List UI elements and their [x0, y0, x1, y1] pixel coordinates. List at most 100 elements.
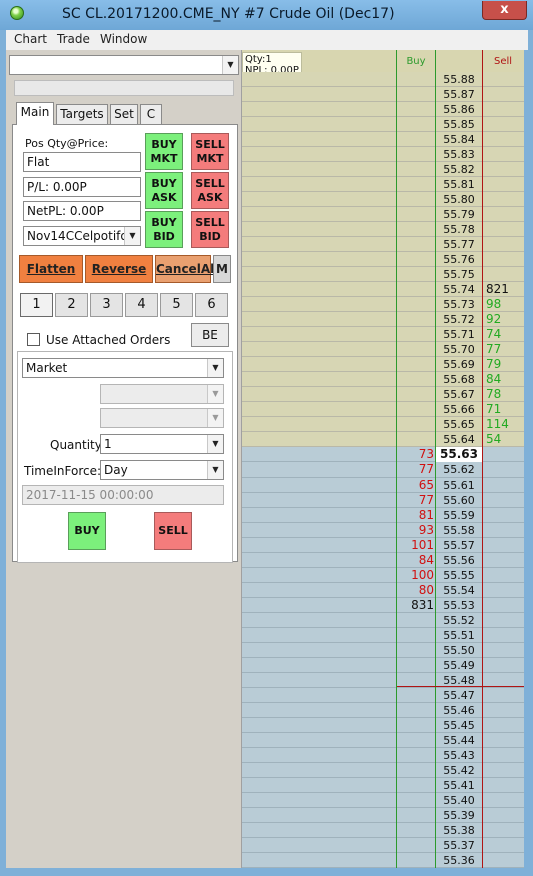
- account-select[interactable]: Nov14CCelpotifor ▼: [23, 226, 141, 246]
- ask-size-cell[interactable]: 54: [486, 432, 524, 447]
- ask-size-cell[interactable]: 77: [486, 342, 524, 357]
- close-button[interactable]: x: [482, 1, 527, 20]
- expire-datetime-field: 2017-11-15 00:00:00: [22, 485, 224, 505]
- qty-button-5[interactable]: 5: [160, 293, 193, 317]
- buy-button[interactable]: BUY: [68, 512, 106, 550]
- buy-ask-line2: ASK: [151, 191, 177, 204]
- ask-size-cell[interactable]: 114: [486, 417, 524, 432]
- ask-size-cell[interactable]: 79: [486, 357, 524, 372]
- price-cell: 55.56: [443, 553, 475, 567]
- ask-size-cell[interactable]: 92: [486, 312, 524, 327]
- buy-column-header: Buy: [406, 56, 426, 67]
- price-cell: 55.83: [443, 148, 475, 162]
- price-cell: 55.40: [443, 793, 475, 807]
- price-cell: 55.75: [443, 268, 475, 282]
- price-cell: 55.60: [443, 493, 475, 507]
- order-type-select[interactable]: Market ▼: [22, 358, 224, 378]
- sell-bid-line1: SELL: [195, 216, 225, 229]
- bid-size-cell[interactable]: 81: [396, 508, 434, 523]
- chevron-down-icon[interactable]: ▼: [124, 227, 140, 245]
- ask-size-cell[interactable]: 821: [486, 282, 524, 297]
- price-cell: 55.38: [443, 823, 475, 837]
- buy-mkt-button[interactable]: BUY MKT: [145, 133, 183, 170]
- price-cell: 55.74: [443, 283, 475, 297]
- qty-button-6[interactable]: 6: [195, 293, 228, 317]
- bid-size-cell[interactable]: 65: [396, 478, 434, 493]
- price-cell: 55.87: [443, 88, 475, 102]
- price-select-1: ▼: [100, 384, 224, 404]
- qty-button-1[interactable]: 1: [20, 293, 53, 317]
- position-field: Flat: [23, 152, 141, 172]
- price-cell: 55.45: [443, 718, 475, 732]
- price-cell: 55.59: [443, 508, 475, 522]
- quantity-select[interactable]: 1 ▼: [100, 434, 224, 454]
- price-cell: 55.78: [443, 223, 475, 237]
- sell-bid-button[interactable]: SELL BID: [191, 211, 229, 248]
- tif-label: TimeInForce:: [24, 464, 102, 478]
- price-cell: 55.68: [443, 373, 475, 387]
- price-cell: 55.49: [443, 658, 475, 672]
- sell-mkt-button[interactable]: SELL MKT: [191, 133, 229, 170]
- chevron-down-icon[interactable]: ▼: [222, 56, 238, 74]
- be-button[interactable]: BE: [191, 323, 229, 347]
- chevron-down-icon[interactable]: ▼: [207, 461, 223, 479]
- price-cell: 55.51: [443, 628, 475, 642]
- order-entry-group: Market ▼ ▼ ▼ Quantity: 1 ▼ TimeInForce: …: [17, 351, 233, 563]
- bid-size-cell[interactable]: 84: [396, 553, 434, 568]
- account-select-value: Nov14CCelpotifor: [27, 229, 133, 243]
- menu-window[interactable]: Window: [100, 32, 147, 46]
- buy-ask-button[interactable]: BUY ASK: [145, 172, 183, 209]
- menu-chart[interactable]: Chart: [14, 32, 47, 46]
- price-cell: 55.62: [443, 463, 475, 477]
- buy-bid-button[interactable]: BUY BID: [145, 211, 183, 248]
- price-cell: 55.67: [443, 388, 475, 402]
- sell-mkt-line1: SELL: [195, 138, 225, 151]
- sell-button[interactable]: SELL: [154, 512, 192, 550]
- qty-button-2[interactable]: 2: [55, 293, 88, 317]
- use-attached-checkbox[interactable]: [27, 333, 40, 346]
- ask-size-cell[interactable]: 71: [486, 402, 524, 417]
- window-right-border: [524, 50, 533, 868]
- bid-size-cell[interactable]: 100: [396, 568, 434, 583]
- price-cell: 55.79: [443, 208, 475, 222]
- menu-trade[interactable]: Trade: [57, 32, 90, 46]
- netpl-field: NetPL: 0.00P: [23, 201, 141, 221]
- qty-button-4[interactable]: 4: [125, 293, 158, 317]
- price-cell: 55.43: [443, 748, 475, 762]
- use-attached-label: Use Attached Orders: [46, 333, 171, 347]
- bid-size-cell[interactable]: 77: [396, 493, 434, 508]
- ask-size-cell[interactable]: 74: [486, 327, 524, 342]
- bid-size-cell[interactable]: 101: [396, 538, 434, 553]
- price-cell: 55.80: [443, 193, 475, 207]
- flatten-button[interactable]: Flatten: [19, 255, 83, 283]
- cancel-all-button[interactable]: CancelAll: [155, 255, 218, 283]
- app-icon: [10, 6, 24, 20]
- bid-size-cell[interactable]: 77: [396, 462, 434, 477]
- price-cell: 55.55: [443, 568, 475, 582]
- tab-targets[interactable]: Targets: [56, 104, 108, 124]
- ask-size-cell[interactable]: 84: [486, 372, 524, 387]
- tab-set[interactable]: Set: [110, 104, 138, 124]
- top-select[interactable]: ▼: [9, 55, 239, 75]
- tif-select[interactable]: Day ▼: [100, 460, 224, 480]
- sell-ask-line2: ASK: [197, 191, 223, 204]
- ask-size-cell[interactable]: 78: [486, 387, 524, 402]
- price-cell: 55.76: [443, 253, 475, 267]
- chevron-down-icon[interactable]: ▼: [207, 435, 223, 453]
- qty-button-3[interactable]: 3: [90, 293, 123, 317]
- m-button[interactable]: M: [213, 255, 231, 283]
- price-cell: 55.52: [443, 613, 475, 627]
- ask-size-cell[interactable]: 98: [486, 297, 524, 312]
- bid-size-cell[interactable]: 831: [396, 598, 434, 613]
- bid-size-cell[interactable]: 73: [396, 447, 434, 462]
- chevron-down-icon[interactable]: ▼: [207, 359, 223, 377]
- reverse-button[interactable]: Reverse: [85, 255, 153, 283]
- sell-ask-button[interactable]: SELL ASK: [191, 172, 229, 209]
- tif-value: Day: [104, 463, 128, 477]
- menu-bar: Chart Trade Window: [6, 30, 528, 50]
- tab-c[interactable]: C: [140, 104, 162, 124]
- bid-size-cell[interactable]: 93: [396, 523, 434, 538]
- bid-size-cell[interactable]: 80: [396, 583, 434, 598]
- tab-main[interactable]: Main: [16, 102, 54, 125]
- price-cell: 55.57: [443, 538, 475, 552]
